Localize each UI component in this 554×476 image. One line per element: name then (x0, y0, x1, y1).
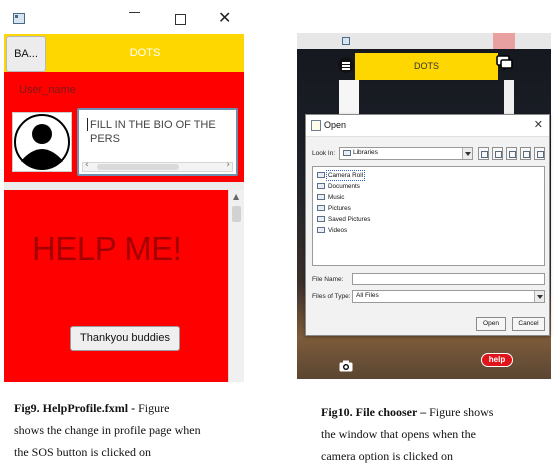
back-button[interactable]: BA... (6, 36, 46, 72)
file-name-input[interactable] (352, 273, 545, 285)
window-title-bar: ✕ (4, 4, 244, 34)
caption-text: camera option is clicked on (321, 449, 453, 463)
folder-icon (317, 194, 325, 200)
bio-placeholder: FILL IN THE BIO OF THE PERS HERE (90, 119, 216, 148)
close-icon[interactable]: ✕ (534, 118, 543, 131)
app-window-icon (342, 37, 350, 45)
app-window-icon (13, 13, 25, 24)
folder-icon (317, 183, 325, 189)
caption-text: Figure shows (426, 405, 494, 419)
caption-text: the window that opens when the (321, 427, 476, 441)
bio-input[interactable]: FILL IN THE BIO OF THE PERS HERE ‹ › (77, 108, 238, 176)
caption-label: Fig10. File chooser – (321, 405, 427, 419)
look-in-label: Look In: (312, 150, 336, 157)
figure-10-caption: Fig10. File chooser – Figure shows the w… (321, 401, 551, 467)
horizontal-scrollbar[interactable]: ‹ › (82, 160, 233, 172)
avatar[interactable] (12, 112, 72, 172)
thankyou-button[interactable]: Thankyou buddies (70, 326, 180, 351)
figure-9-caption: Fig9. HelpProfile.fxml - Figure shows th… (14, 397, 264, 463)
help-button[interactable]: help (481, 353, 513, 367)
caption-text: the SOS button is clicked on (14, 445, 151, 459)
look-in-value: Libraries (353, 149, 378, 156)
open-button[interactable]: Open (476, 317, 506, 331)
files-of-type-select[interactable]: All Files (352, 290, 545, 303)
window-title-bar (297, 33, 551, 49)
user-name-label: User_name (19, 84, 76, 96)
folder-icon (317, 205, 325, 211)
file-name-label: File Name: (312, 276, 344, 283)
app-title: DOTS (355, 53, 498, 80)
help-panel (4, 190, 244, 382)
app-title: DOTS (129, 47, 161, 59)
folder-icon (317, 172, 325, 178)
files-of-type-value: All Files (356, 292, 379, 299)
hamburger-menu-icon[interactable] (338, 57, 354, 73)
close-button[interactable]: ✕ (218, 10, 231, 26)
files-of-type-label: Files of Type: (312, 293, 351, 300)
avatar-icon (14, 114, 70, 170)
folder-icon (317, 227, 325, 233)
cancel-button[interactable]: Cancel (512, 317, 545, 331)
document-icon (311, 120, 321, 131)
open-file-dialog: Open ✕ Look In: Libraries Camera Roll Do… (305, 114, 550, 336)
dialog-title: Open (324, 120, 347, 130)
camera-icon[interactable] (339, 360, 353, 372)
caption-text: Figure (135, 401, 170, 415)
caption-label: Fig9. HelpProfile.fxml - (14, 401, 136, 415)
folder-icon (343, 150, 351, 156)
close-button[interactable] (493, 33, 515, 49)
chevron-down-icon[interactable] (534, 291, 544, 302)
dialog-title-bar: Open ✕ (306, 115, 549, 137)
details-view-icon[interactable] (534, 147, 545, 160)
minimize-button[interactable] (129, 12, 140, 13)
maximize-button[interactable] (175, 14, 186, 25)
look-in-select[interactable]: Libraries (339, 147, 473, 160)
home-folder-icon[interactable] (492, 147, 503, 160)
scroll-left-icon[interactable]: ‹ (85, 160, 89, 170)
folder-icon (317, 216, 325, 222)
scroll-right-icon[interactable]: › (226, 160, 230, 170)
help-heading: HELP ME! (32, 230, 182, 267)
file-list[interactable]: Camera Roll Documents Music Pictures Sav… (312, 166, 545, 266)
chevron-down-icon[interactable] (462, 148, 472, 159)
caption-text: shows the change in profile page when (14, 423, 201, 437)
up-folder-icon[interactable] (478, 147, 489, 160)
scrollbar-thumb[interactable] (97, 164, 179, 170)
text-caret (87, 118, 88, 131)
new-folder-icon[interactable] (506, 147, 517, 160)
scrollbar-thumb[interactable] (232, 206, 241, 222)
scroll-arrow-icon[interactable]: ▲ (233, 192, 239, 201)
figure-9-screenshot: ✕ DOTS BA... User_name FILL IN THE BIO O… (4, 4, 244, 382)
vertical-scrollbar[interactable]: ▲ (228, 190, 244, 382)
chat-bubble-icon[interactable] (496, 54, 514, 72)
list-view-icon[interactable] (520, 147, 531, 160)
divider (4, 182, 244, 190)
